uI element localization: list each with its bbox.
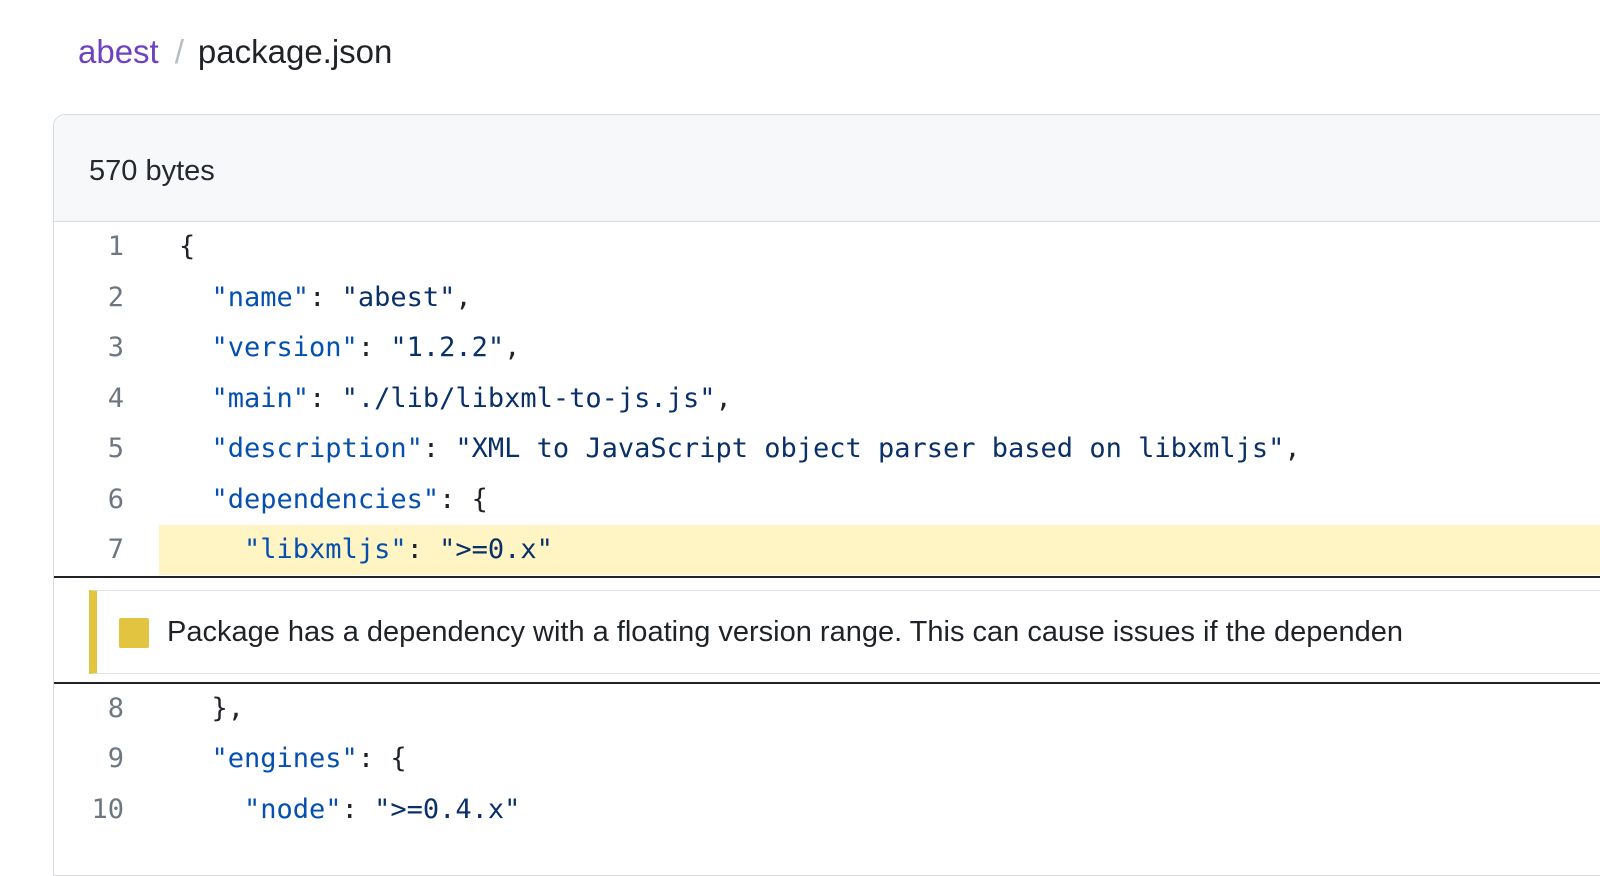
code-line: 1{	[54, 222, 1600, 273]
line-number[interactable]: 3	[54, 323, 124, 373]
line-number[interactable]: 6	[54, 475, 124, 525]
breadcrumb-file-name: package.json	[197, 33, 393, 70]
code-line-content: "version": "1.2.2",	[159, 323, 1600, 373]
code-punctuation: :	[341, 793, 375, 825]
code-line-content: "node": ">=0.4.x"	[159, 785, 1600, 835]
json-value: "./lib/libxml-to-js.js"	[341, 382, 716, 414]
line-number[interactable]: 4	[54, 374, 124, 424]
json-key: "node"	[244, 793, 342, 825]
code-line: 4 "main": "./lib/libxml-to-js.js",	[54, 374, 1600, 425]
code-punctuation: {	[179, 231, 196, 262]
line-number[interactable]: 2	[54, 273, 124, 323]
json-value: ">=0.x"	[439, 534, 553, 565]
json-value: "1.2.2"	[390, 332, 505, 363]
code-line-content: {	[159, 222, 1600, 272]
code-punctuation: },	[211, 692, 245, 724]
code-punctuation: {	[471, 483, 488, 515]
code-line-content: "dependencies": {	[159, 475, 1600, 525]
code-line: 2 "name": "abest",	[54, 273, 1600, 324]
code-line-content: "description": "XML to JavaScript object…	[159, 424, 1600, 474]
line-number[interactable]: 9	[54, 734, 124, 784]
file-size-label: 570 bytes	[89, 155, 215, 187]
json-key: "engines"	[211, 743, 358, 774]
json-key: "main"	[211, 382, 310, 414]
warning-severity-icon	[119, 617, 149, 648]
code-punctuation: ,	[715, 382, 732, 414]
warning-message: Package has a dependency with a floating…	[167, 615, 1403, 648]
code-block-continued: 8 }, 9 "engines": {10 "node": ">=0.4.x"	[54, 684, 1600, 836]
line-number[interactable]: 10	[54, 785, 124, 835]
json-key: "description"	[211, 433, 423, 464]
code-punctuation: {	[390, 743, 407, 774]
code-punctuation: :	[309, 281, 342, 313]
warning-annotation: Package has a dependency with a floating…	[54, 575, 1600, 684]
breadcrumb-repo-link[interactable]: abest	[78, 33, 159, 70]
file-viewer: 570 bytes 1{2 "name": "abest", 3 "version…	[53, 114, 1600, 876]
code-line-content: "main": "./lib/libxml-to-js.js",	[159, 374, 1600, 424]
code-line: 6 "dependencies": {	[54, 475, 1600, 526]
json-key: "version"	[211, 332, 358, 363]
code-punctuation: :	[406, 534, 440, 565]
json-key: "dependencies"	[211, 483, 440, 515]
code-line: 3 "version": "1.2.2",	[54, 323, 1600, 374]
breadcrumb: abest / package.json	[78, 30, 392, 74]
code-punctuation: :	[422, 433, 456, 464]
code-punctuation: :	[439, 483, 472, 515]
code-line: 5 "description": "XML to JavaScript obje…	[54, 424, 1600, 475]
line-number[interactable]: 7	[54, 525, 124, 575]
json-value: ">=0.4.x"	[374, 793, 521, 825]
code-line: 7 "libxmljs": ">=0.x"	[54, 525, 1600, 576]
code-line: 8 },	[54, 684, 1600, 735]
code-punctuation: :	[309, 382, 342, 414]
code-line-content: "engines": {	[159, 734, 1600, 784]
json-value: "XML to JavaScript object parser based o…	[455, 433, 1285, 464]
breadcrumb-separator: /	[174, 33, 184, 70]
code-line-content: "name": "abest",	[159, 273, 1600, 323]
code-punctuation: :	[357, 743, 391, 774]
json-value: "abest"	[341, 281, 456, 313]
json-key: "libxmljs"	[244, 534, 407, 565]
line-number[interactable]: 5	[54, 424, 124, 474]
code-line: 9 "engines": {	[54, 734, 1600, 785]
code-line-content-highlighted: "libxmljs": ">=0.x"	[159, 525, 1600, 575]
code-punctuation: ,	[504, 332, 521, 363]
code-punctuation: ,	[455, 281, 472, 313]
file-header: 570 bytes	[54, 115, 1600, 222]
json-key: "name"	[211, 281, 310, 313]
code-line: 10 "node": ">=0.4.x"	[54, 785, 1600, 836]
annotation-panel: Package has a dependency with a floating…	[89, 589, 1600, 674]
code-punctuation: ,	[1284, 433, 1301, 464]
line-number[interactable]: 1	[54, 222, 124, 272]
code-punctuation: :	[357, 332, 391, 363]
line-number[interactable]: 8	[54, 684, 124, 734]
code-block: 1{2 "name": "abest", 3 "version": "1.2.2"…	[54, 222, 1600, 576]
code-line-content: },	[159, 684, 1600, 734]
